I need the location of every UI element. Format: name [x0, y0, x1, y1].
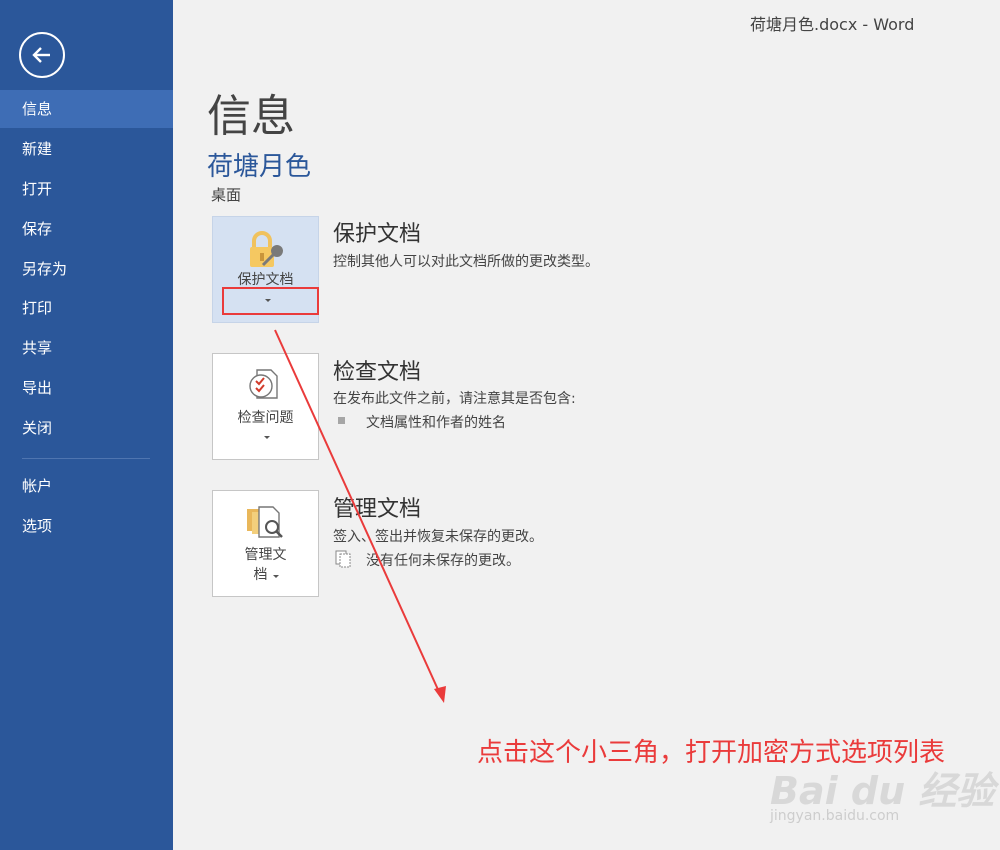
watermark-url: jingyan.baidu.com — [770, 808, 900, 824]
annotation-arrow — [274, 329, 446, 703]
watermark-logo: Bai du 经验 — [770, 769, 995, 813]
